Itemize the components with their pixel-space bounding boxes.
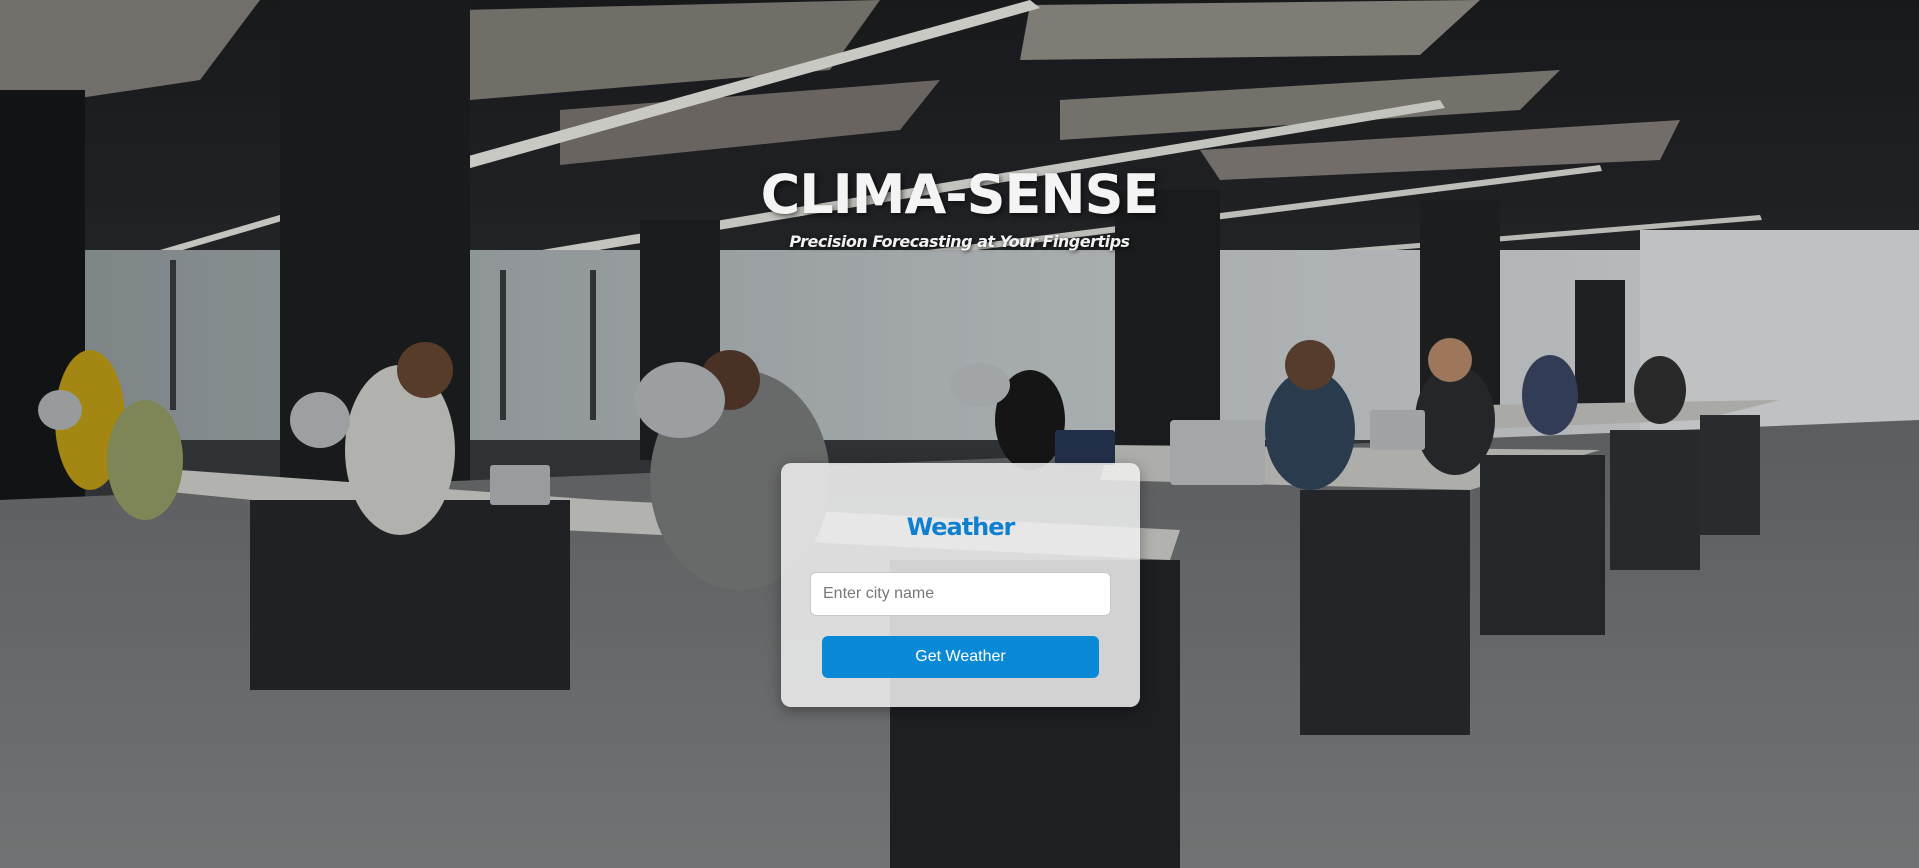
weather-app-page: CLIMA-SENSE Precision Forecasting at You…	[0, 0, 1919, 868]
office-background-image	[0, 0, 1919, 868]
city-name-input[interactable]	[810, 572, 1111, 616]
app-tagline: Precision Forecasting at Your Fingertips	[789, 232, 1130, 251]
app-header: CLIMA-SENSE Precision Forecasting at You…	[0, 160, 1919, 251]
weather-card-heading: Weather	[906, 513, 1016, 541]
app-title: CLIMA-SENSE	[760, 163, 1160, 226]
weather-card: Weather Get Weather	[781, 463, 1140, 707]
get-weather-button[interactable]: Get Weather	[822, 636, 1099, 678]
